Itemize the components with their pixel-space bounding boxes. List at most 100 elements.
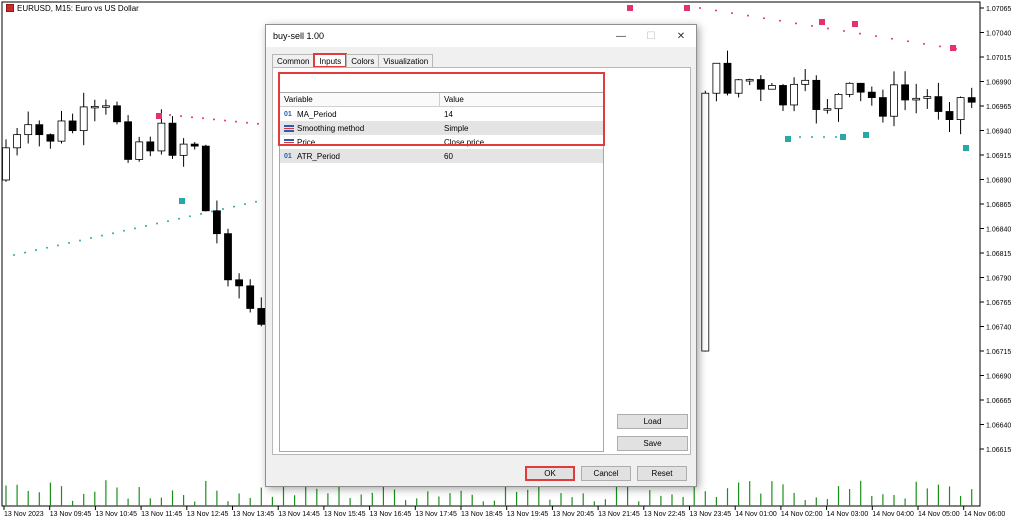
time-label: 13 Nov 14:45 xyxy=(278,511,320,518)
candle-body xyxy=(901,84,909,101)
ok-button[interactable]: OK xyxy=(525,466,575,481)
trend-dot xyxy=(939,45,941,48)
time-label: 13 Nov 10:45 xyxy=(95,511,137,518)
time-label: 13 Nov 19:45 xyxy=(507,511,549,518)
tab-visualization[interactable]: Visualization xyxy=(378,54,434,68)
candle-body xyxy=(102,105,110,108)
tab-common[interactable]: Common xyxy=(272,54,315,68)
price-label: 1.06665 xyxy=(986,398,1011,405)
time-label: 13 Nov 23:45 xyxy=(690,511,732,518)
signal-marker xyxy=(156,113,162,119)
trend-dot xyxy=(763,17,765,20)
trend-dot xyxy=(811,136,813,138)
trend-dot xyxy=(731,12,733,15)
cancel-button[interactable]: Cancel xyxy=(581,466,631,481)
candle-body xyxy=(923,96,932,99)
trend-dot xyxy=(200,212,202,215)
trend-dot xyxy=(224,119,226,122)
trend-dot xyxy=(46,246,48,249)
symbol-flag-icon xyxy=(6,4,14,12)
trend-dot xyxy=(823,136,825,138)
time-label: 13 Nov 20:45 xyxy=(552,511,594,518)
trend-dot xyxy=(202,117,204,120)
trend-dot xyxy=(145,224,147,227)
time-label: 13 Nov 15:45 xyxy=(324,511,366,518)
trend-dot xyxy=(923,42,925,45)
price-label: 1.07015 xyxy=(986,55,1011,62)
candle-body xyxy=(257,308,266,325)
variable-name: ATR_Period xyxy=(297,151,340,161)
candle-body xyxy=(867,91,876,98)
candle-body xyxy=(13,134,22,149)
candle-body xyxy=(945,111,954,120)
candle-body xyxy=(201,145,210,212)
time-label: 14 Nov 04:00 xyxy=(872,511,914,518)
candle-body xyxy=(190,143,199,147)
candle-body xyxy=(168,122,177,156)
trend-dot xyxy=(101,234,103,237)
candle-body xyxy=(856,82,865,93)
reset-button[interactable]: Reset xyxy=(637,466,687,481)
candle-body xyxy=(57,120,66,142)
candle-body xyxy=(46,134,55,142)
chart-title-text: EURUSD, M15: Euro vs US Dollar xyxy=(17,4,139,13)
dialog-titlebar[interactable]: buy-sell 1.00 — ☐ ✕ xyxy=(266,25,696,47)
save-button[interactable]: Save xyxy=(617,436,688,451)
candle-body xyxy=(890,84,898,117)
candle-body xyxy=(912,97,921,101)
time-label: 14 Nov 02:00 xyxy=(781,511,823,518)
close-button[interactable]: ✕ xyxy=(666,25,696,47)
price-label: 1.06690 xyxy=(986,374,1011,381)
trend-dot xyxy=(112,232,114,235)
tab-colors[interactable]: Colors xyxy=(346,54,380,68)
trend-dot xyxy=(178,217,180,220)
time-label: 14 Nov 01:00 xyxy=(735,511,777,518)
tab-inputs[interactable]: Inputs xyxy=(313,53,348,68)
signal-marker xyxy=(785,136,791,142)
trend-dot xyxy=(191,116,193,119)
candle-body xyxy=(701,92,710,352)
candle-body xyxy=(956,97,965,120)
minimize-button[interactable]: — xyxy=(606,25,636,47)
trend-dot xyxy=(715,9,717,12)
signal-marker xyxy=(863,132,869,138)
trend-dot xyxy=(747,14,749,17)
trend-dot xyxy=(57,244,59,247)
candle-body xyxy=(24,124,33,136)
signal-marker xyxy=(840,134,846,140)
time-label: 14 Nov 05:00 xyxy=(918,511,960,518)
price-label: 1.06965 xyxy=(986,104,1011,111)
input-row-atr-period[interactable]: 01 ATR_Period 60 xyxy=(280,149,603,163)
trend-dot xyxy=(799,136,801,138)
candle-body xyxy=(157,122,166,152)
candle-body xyxy=(801,79,810,85)
trend-dot xyxy=(123,229,125,232)
variable-value[interactable]: 60 xyxy=(440,149,603,163)
time-label: 13 Nov 2023 xyxy=(4,511,44,518)
price-label: 1.07065 xyxy=(986,6,1011,13)
candle-body xyxy=(135,141,144,160)
time-label: 14 Nov 06:00 xyxy=(964,511,1006,518)
price-label: 1.06790 xyxy=(986,276,1011,283)
candle-body xyxy=(146,141,155,152)
trend-dot xyxy=(222,208,224,211)
price-label: 1.06615 xyxy=(986,447,1011,454)
trend-dot xyxy=(244,203,246,206)
trend-dot xyxy=(795,22,797,25)
signal-marker xyxy=(179,198,185,204)
trend-dot xyxy=(189,215,191,218)
trend-dot xyxy=(68,241,70,244)
time-label: 14 Nov 03:00 xyxy=(827,511,869,518)
candle-body xyxy=(745,79,754,82)
trend-dot xyxy=(180,115,182,118)
candle-body xyxy=(179,143,188,156)
load-button[interactable]: Load xyxy=(617,414,688,429)
trend-dot xyxy=(907,40,909,43)
candle-body xyxy=(212,210,221,235)
trend-dot xyxy=(90,237,92,240)
trend-dot xyxy=(79,239,81,242)
price-label: 1.06890 xyxy=(986,178,1011,185)
time-label: 13 Nov 21:45 xyxy=(598,511,640,518)
candle-body xyxy=(68,120,77,132)
candle-body xyxy=(934,96,943,112)
